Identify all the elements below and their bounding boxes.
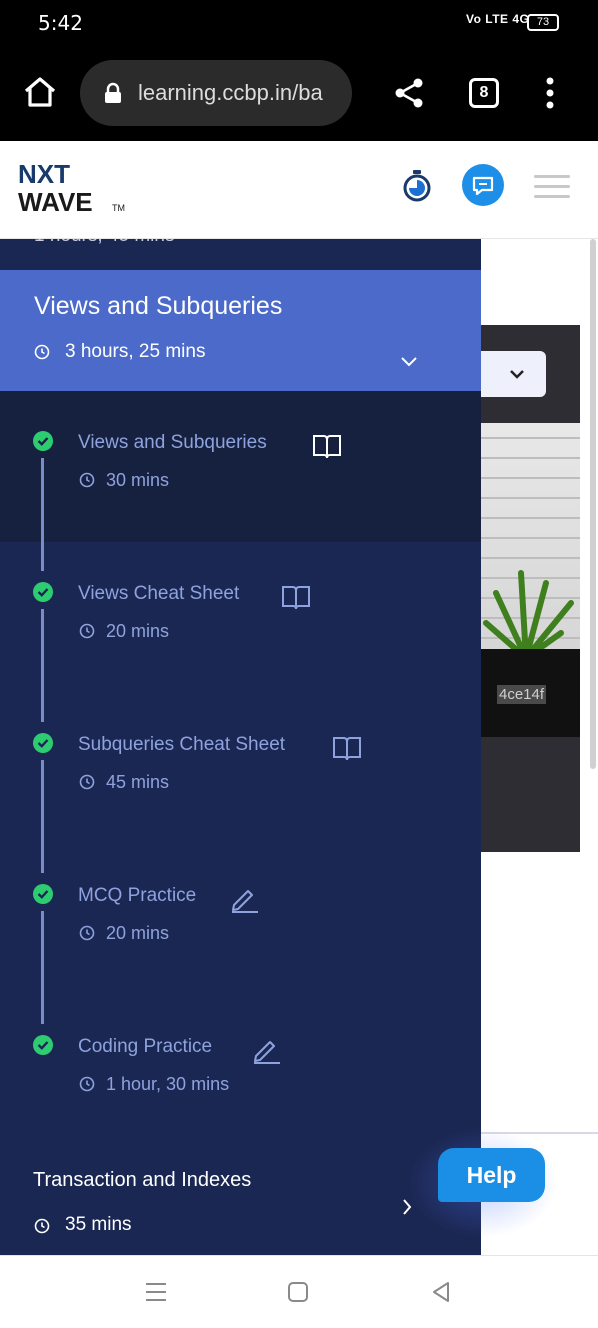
unit-name: MCQ Practice xyxy=(78,885,197,906)
tabs-button[interactable]: 8 xyxy=(469,78,499,108)
back-icon[interactable] xyxy=(430,1281,452,1303)
clock-icon xyxy=(79,925,95,941)
unit-name: Subqueries Cheat Sheet xyxy=(78,734,286,755)
clock-icon xyxy=(79,623,95,639)
help-button[interactable]: Help xyxy=(438,1148,545,1202)
pencil-icon xyxy=(232,890,258,913)
nxtwave-logo[interactable]: NXT WAVE TM xyxy=(18,157,130,217)
url-text: learning.ccbp.in/ba xyxy=(138,80,323,105)
module-title: Views and Subqueries xyxy=(34,292,283,320)
next-module-title: Transaction and Indexes xyxy=(33,1169,252,1191)
clock-icon xyxy=(34,344,50,360)
unit-list: Views and Subqueries 30 mins Views Cheat… xyxy=(0,391,481,1145)
unit-duration: 30 mins xyxy=(106,470,170,490)
clock-icon xyxy=(79,472,95,488)
module-duration: 3 hours, 25 mins xyxy=(65,341,206,362)
language-dropdown[interactable] xyxy=(470,351,546,397)
unit-name: Coding Practice xyxy=(78,1036,213,1057)
check-circle-icon xyxy=(33,431,53,451)
status-time: 5:42 xyxy=(38,11,83,35)
module-header[interactable]: Views and Subqueries 3 hours, 25 mins xyxy=(0,270,481,391)
check-circle-icon xyxy=(33,1035,53,1055)
previous-module[interactable]: 1 hours, 45 mins xyxy=(0,239,481,270)
home-icon[interactable] xyxy=(22,74,58,110)
system-nav-bar xyxy=(0,1255,598,1328)
unit-duration: 20 mins xyxy=(106,621,170,641)
unit-item[interactable]: Coding Practice 1 hour, 30 mins xyxy=(0,995,481,1146)
check-circle-icon xyxy=(33,733,53,753)
course-drawer: 1 hours, 45 mins Views and Subqueries 3 … xyxy=(0,239,481,1255)
book-icon xyxy=(313,435,341,459)
pencil-icon xyxy=(254,1041,280,1064)
unit-item[interactable]: MCQ Practice 20 mins xyxy=(0,844,481,1024)
svg-text:TM: TM xyxy=(112,203,125,213)
stopwatch-icon[interactable] xyxy=(401,169,433,203)
book-icon xyxy=(282,586,310,610)
previous-module-duration: 1 hours, 45 mins xyxy=(34,239,174,247)
app-header: NXT WAVE TM xyxy=(0,141,598,239)
check-circle-icon xyxy=(33,582,53,602)
unit-item[interactable]: Views Cheat Sheet 20 mins xyxy=(0,542,481,722)
unit-duration: 20 mins xyxy=(106,923,170,943)
battery-indicator: 73 xyxy=(527,14,559,31)
home-nav-icon[interactable] xyxy=(287,1281,309,1303)
chevron-down-icon[interactable] xyxy=(399,354,419,368)
chat-icon xyxy=(472,176,494,196)
clock-icon xyxy=(79,1076,95,1092)
unit-duration: 1 hour, 30 mins xyxy=(106,1074,230,1094)
unit-item[interactable]: Views and Subqueries 30 mins xyxy=(0,391,481,571)
clock-icon xyxy=(79,774,95,790)
svg-text:NXT: NXT xyxy=(18,159,70,189)
unit-name: Views Cheat Sheet xyxy=(78,583,240,604)
plant-image xyxy=(483,570,574,661)
next-module[interactable]: Transaction and Indexes 35 mins xyxy=(0,1145,481,1255)
book-icon xyxy=(333,737,361,761)
svg-text:WAVE: WAVE xyxy=(18,187,93,217)
recent-apps-icon[interactable] xyxy=(144,1281,168,1303)
more-options-icon[interactable] xyxy=(540,76,560,110)
next-module-duration: 35 mins xyxy=(65,1214,132,1235)
address-bar[interactable]: learning.ccbp.in/ba xyxy=(80,60,352,126)
check-circle-icon xyxy=(33,884,53,904)
unit-name: Views and Subqueries xyxy=(78,432,267,453)
scrollbar[interactable] xyxy=(590,239,596,769)
chevron-down-icon xyxy=(510,370,524,379)
unit-item[interactable]: Subqueries Cheat Sheet 45 mins xyxy=(0,693,481,873)
unit-duration: 45 mins xyxy=(106,772,170,792)
code-label: 4ce14f xyxy=(497,685,547,704)
network-indicator: Vo LTE 4G xyxy=(466,12,530,26)
hamburger-menu-icon[interactable] xyxy=(534,173,570,201)
share-icon[interactable] xyxy=(392,76,426,110)
clock-icon xyxy=(34,1218,50,1234)
status-bar: 5:42 Vo LTE 4G 73 xyxy=(0,0,598,46)
lock-icon xyxy=(105,82,121,103)
browser-toolbar: learning.ccbp.in/ba 8 xyxy=(0,46,598,141)
chat-button[interactable] xyxy=(462,164,504,206)
